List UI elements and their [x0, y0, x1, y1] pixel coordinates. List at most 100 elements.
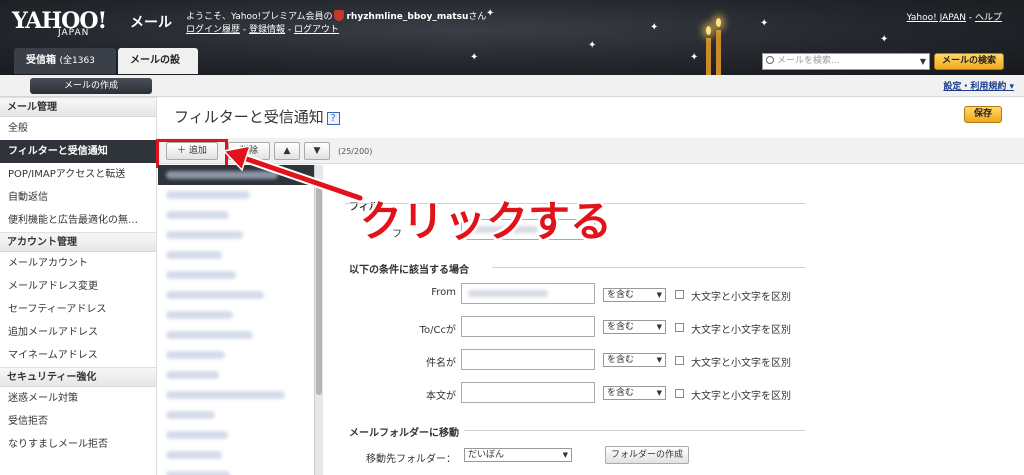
list-item[interactable]	[158, 245, 314, 265]
chevron-down-icon: ▼	[656, 356, 662, 364]
list-item[interactable]	[158, 285, 314, 305]
subject-match-value: を含む	[607, 355, 635, 365]
list-item[interactable]	[158, 365, 314, 385]
from-label: From	[431, 287, 456, 298]
tocc-input[interactable]	[461, 316, 595, 337]
from-input[interactable]	[461, 283, 595, 304]
flame-decoration	[716, 18, 721, 27]
link-separator: -	[966, 13, 975, 23]
from-match-select[interactable]: を含む ▼	[603, 288, 666, 302]
list-item[interactable]	[158, 465, 314, 475]
body-match-value: を含む	[607, 388, 635, 398]
star-decoration: ✦	[486, 8, 495, 19]
help-link[interactable]: ヘルプ	[975, 13, 1002, 23]
settings-sidebar: メール管理 全般 フィルターと受信通知 POP/IMAPアクセスと転送 自動返信…	[0, 97, 157, 475]
logout-link[interactable]: ログアウト	[294, 25, 339, 35]
destination-folder-label: 移動先フォルダー：	[366, 454, 456, 465]
chevron-down-icon[interactable]: ▼	[920, 54, 926, 69]
tab-settings[interactable]: メールの設定	[118, 48, 198, 74]
chevron-down-icon: ▼	[562, 451, 568, 459]
settings-terms-link[interactable]: 設定・利用規約 ▾	[943, 79, 1014, 92]
body-case-checkbox[interactable]	[675, 389, 684, 398]
nav-section-security: セキュリティー強化	[0, 367, 156, 387]
star-decoration: ✦	[760, 18, 769, 29]
sidebar-item-filters[interactable]: フィルターと受信通知	[0, 140, 156, 163]
destination-folder-select[interactable]: だいぼん ▼	[464, 448, 572, 462]
star-decoration: ✦	[588, 40, 597, 51]
sidebar-item-address-change[interactable]: メールアドレス変更	[0, 275, 156, 298]
sidebar-item-spoof[interactable]: なりすましメール拒否	[0, 433, 156, 456]
star-decoration: ✦	[880, 34, 889, 45]
sidebar-item-general[interactable]: 全般	[0, 117, 156, 140]
tocc-case-checkbox[interactable]	[675, 323, 684, 332]
candle-decoration	[706, 38, 711, 75]
search-input[interactable]: メールを検索... ▼	[762, 53, 930, 70]
settings-terms-label: 設定・利用規約	[943, 82, 1007, 92]
link-separator: -	[285, 25, 294, 35]
subject-case-checkbox[interactable]	[675, 356, 684, 365]
list-item[interactable]	[158, 385, 314, 405]
mail-logo[interactable]: メール	[130, 12, 172, 32]
save-button[interactable]: 保存	[964, 106, 1002, 123]
tab-inbox-label: 受信箱	[26, 55, 56, 66]
compose-button[interactable]: メールの作成	[30, 78, 152, 94]
login-history-link[interactable]: ログイン履歴	[186, 25, 240, 35]
section-divider	[492, 267, 805, 268]
subject-match-select[interactable]: を含む ▼	[603, 353, 666, 367]
chevron-down-icon: ▾	[1009, 82, 1014, 92]
create-folder-button[interactable]: フォルダーの作成	[605, 446, 689, 464]
list-item[interactable]	[158, 405, 314, 425]
tocc-case-label: 大文字と小文字を区別	[691, 325, 791, 336]
yahoo-japan-link[interactable]: Yahoo! JAPAN	[907, 13, 966, 23]
star-decoration: ✦	[690, 52, 699, 63]
chevron-down-icon: ▼	[656, 323, 662, 331]
help-icon[interactable]: ?	[326, 112, 340, 125]
scrollbar-thumb[interactable]	[316, 185, 322, 395]
annotation-arrow	[222, 146, 365, 203]
nav-section-account: アカウント管理	[0, 232, 156, 252]
from-case-checkbox[interactable]	[675, 290, 684, 299]
list-item[interactable]	[158, 265, 314, 285]
welcome-suffix: さん	[468, 12, 487, 22]
welcome-prefix: ようこそ、Yahoo!プレミアム会員の	[186, 12, 333, 22]
sidebar-item-mail-account[interactable]: メールアカウント	[0, 252, 156, 275]
list-item[interactable]	[158, 345, 314, 365]
sidebar-item-block[interactable]: 受信拒否	[0, 410, 156, 433]
list-item[interactable]	[158, 425, 314, 445]
subject-input[interactable]	[461, 349, 595, 370]
star-decoration: ✦	[650, 22, 659, 33]
body-case-label: 大文字と小文字を区別	[691, 391, 791, 402]
chevron-down-icon: ▼	[656, 389, 662, 397]
list-item[interactable]	[158, 305, 314, 325]
candle-decoration	[716, 30, 721, 75]
sidebar-item-additional-address[interactable]: 追加メールアドレス	[0, 321, 156, 344]
body-input[interactable]	[461, 382, 595, 403]
search-placeholder: メールを検索...	[777, 56, 840, 66]
welcome-message: ようこそ、Yahoo!プレミアム会員の rhyzhmline_bboy_matsu…	[186, 10, 486, 37]
list-item[interactable]	[158, 325, 314, 345]
sub-toolbar: メールの作成 設定・利用規約 ▾	[0, 75, 1024, 97]
tab-inbox[interactable]: 受信箱 (全1363件)	[14, 48, 116, 74]
registration-link[interactable]: 登録情報	[249, 25, 285, 35]
tocc-label: To/Ccが	[419, 325, 456, 336]
username: rhyzhmline_bboy_matsu	[346, 12, 469, 22]
body-label: 本文が	[426, 391, 456, 402]
page-title-text: フィルターと受信通知	[174, 108, 324, 126]
sidebar-item-safety-address[interactable]: セーフティーアドレス	[0, 298, 156, 321]
search-button[interactable]: メールの検索	[934, 53, 1004, 70]
list-item[interactable]	[158, 445, 314, 465]
sidebar-item-auto-reply[interactable]: 自動返信	[0, 186, 156, 209]
sidebar-item-spam[interactable]: 迷惑メール対策	[0, 387, 156, 410]
destination-folder-value: だいぼん	[468, 450, 505, 460]
tocc-match-value: を含む	[607, 322, 635, 332]
body-match-select[interactable]: を含む ▼	[603, 386, 666, 400]
sidebar-item-myname-address[interactable]: マイネームアドレス	[0, 344, 156, 367]
annotation-callout: クリックする	[360, 197, 613, 246]
sidebar-item-features-ads[interactable]: 便利機能と広告最適化の無…	[0, 209, 156, 232]
sidebar-item-pop-imap[interactable]: POP/IMAPアクセスと転送	[0, 163, 156, 186]
move-folder-section-title: メールフォルダーに移動	[349, 428, 459, 439]
crest-icon	[334, 10, 345, 21]
header: ✦ ✦ ✦ ✦ ✦ ✦ ✦ YAHOO! JAPAN メール ようこそ、Yaho…	[0, 0, 1024, 75]
tocc-match-select[interactable]: を含む ▼	[603, 320, 666, 334]
chevron-down-icon: ▼	[656, 291, 662, 299]
